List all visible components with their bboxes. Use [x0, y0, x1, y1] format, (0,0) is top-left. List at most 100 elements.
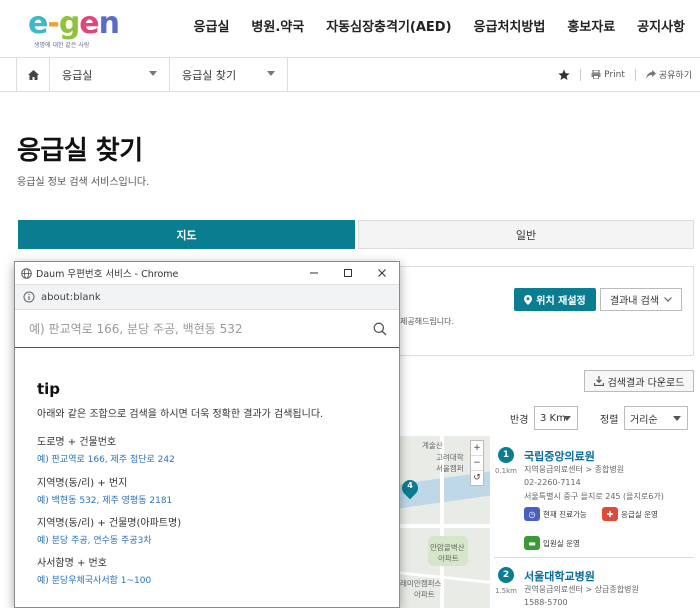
close-button[interactable]	[365, 262, 399, 284]
map-label: 아파트	[414, 590, 435, 599]
print-button[interactable]: Print	[591, 70, 625, 80]
site-logo[interactable]: e-gen 생명에 대한 같은 사랑	[28, 6, 128, 52]
logo-wordmark: e-gen	[28, 6, 120, 41]
popup-title: Daum 우편번호 서비스 - Chrome	[36, 269, 179, 280]
nav-item-er[interactable]: 응급실	[183, 16, 241, 35]
tip-example: 예) 분당 주공, 연수동 주공3차	[37, 536, 152, 546]
map-marker-number: 4	[407, 481, 413, 490]
download-icon	[593, 376, 604, 386]
home-button[interactable]	[16, 58, 50, 91]
result-type: 권역응급의료센터 > 상급종합병원	[524, 585, 639, 594]
status-badge: ✚ 응급실 운영	[602, 507, 658, 521]
maximize-button[interactable]	[331, 262, 365, 284]
share-button[interactable]: 공유하기	[645, 68, 692, 81]
minimize-button[interactable]	[297, 262, 331, 284]
page-title: 응급실 찾기	[17, 136, 143, 166]
close-icon	[378, 269, 386, 277]
result-item: 2 1.5km 서울대학교병원 권역응급의료센터 > 상급종합병원 1588-5…	[494, 567, 694, 608]
search-in-results-button[interactable]: 결과내 검색	[600, 288, 682, 311]
popup-titlebar[interactable]: Daum 우편번호 서비스 - Chrome	[15, 262, 399, 284]
tip-example: 예) 분당우체국사서함 1~100	[37, 576, 152, 586]
result-type: 지역응급의료센터 > 종합병원	[524, 465, 625, 474]
location-pin-icon	[524, 294, 533, 305]
address-search-bar	[15, 311, 399, 348]
tip-title: tip	[37, 380, 61, 398]
site-header: e-gen 생명에 대한 같은 사랑 응급실 병원.약국 자동심장충격기(AED…	[0, 0, 700, 56]
printer-icon	[591, 70, 601, 79]
result-distance: 1.5km	[494, 587, 517, 595]
window-controls	[297, 262, 399, 284]
map-zoom-control: + − ↺	[470, 440, 484, 486]
result-name[interactable]: 국립중앙의료원	[524, 448, 595, 464]
tab-general[interactable]: 일반	[358, 220, 694, 249]
breadcrumb-tools: Print 공유하기	[558, 58, 692, 91]
clock-icon: ◷	[524, 507, 540, 521]
tip-description: 아래와 같은 조합으로 검색을 하시면 더욱 정확한 결과가 검색됩니다.	[37, 409, 324, 420]
nav-item-hospital-pharmacy[interactable]: 병원.약국	[240, 16, 315, 35]
share-icon	[645, 70, 656, 79]
tip-heading: 지역명(동/리) + 번지	[37, 478, 128, 489]
tab-map[interactable]: 지도	[18, 220, 355, 249]
popup-address-bar[interactable]: about:blank	[15, 284, 399, 310]
address-search-input[interactable]	[29, 322, 369, 336]
postcode-popup-window: Daum 우편번호 서비스 - Chrome about:blank tip 아…	[14, 261, 400, 608]
page-description: 응급실 정보 검색 서비스입니다.	[17, 177, 150, 188]
main-nav: 응급실 병원.약국 자동심장충격기(AED) 응급처치방법 홍보자료 공지사항	[183, 16, 696, 35]
star-icon	[558, 69, 570, 80]
radius-value: 3 Km	[540, 412, 566, 424]
result-divider	[494, 557, 694, 558]
breadcrumb-select-level2[interactable]: 응급실 찾기	[170, 58, 288, 91]
logo-tagline: 생명에 대한 같은 사랑	[34, 42, 90, 49]
zoom-in-button[interactable]: +	[471, 441, 483, 456]
favorite-button[interactable]	[558, 69, 570, 81]
status-badge: ◷ 현재 진료가능	[524, 507, 587, 521]
download-results-label: 검색결과 다운로드	[607, 377, 685, 389]
tip-example: 예) 판교역로 166, 제주 첨단로 242	[37, 455, 175, 465]
search-in-results-label: 결과내 검색	[609, 296, 660, 307]
result-name[interactable]: 서울대학교병원	[524, 568, 595, 584]
tip-heading: 지역명(동/리) + 건물명(아파트명)	[37, 518, 182, 529]
globe-icon	[21, 267, 32, 279]
info-icon	[23, 291, 35, 303]
sort-value: 거리순	[630, 414, 658, 426]
nav-item-notice[interactable]: 공지사항	[626, 16, 696, 35]
result-item: 1 0.1km 국립중앙의료원 지역응급의료센터 > 종합병원 02-2260-…	[494, 447, 694, 557]
nav-item-first-aid[interactable]: 응급처치방법	[463, 16, 557, 35]
map-label: 래미안캠퍼스	[400, 579, 442, 588]
breadcrumb-select-level1[interactable]: 응급실	[50, 58, 170, 91]
tip-example: 예) 백현동 532, 제주 영평동 2181	[37, 496, 173, 506]
map-label: 계술산	[422, 441, 443, 450]
result-distance: 0.1km	[494, 467, 517, 475]
map-reset-button[interactable]: ↺	[471, 471, 483, 485]
share-label: 공유하기	[658, 71, 692, 81]
download-results-button[interactable]: 검색결과 다운로드	[584, 370, 694, 392]
result-number: 1	[498, 447, 514, 463]
tip-heading: 사서함명 + 번호	[37, 558, 107, 569]
result-number: 2	[498, 567, 514, 583]
badge-label: 입원실 운영	[543, 538, 580, 548]
map-label: 안암골벽산	[430, 543, 465, 552]
badge-label: 현재 진료가능	[543, 509, 587, 519]
radius-select[interactable]: 3 Km	[534, 406, 578, 430]
search-info-text: 제공해드립니다.	[400, 317, 455, 326]
chevron-down-icon	[149, 71, 157, 76]
print-label: Print	[604, 69, 625, 80]
siren-icon: ✚	[602, 507, 618, 521]
search-icon[interactable]	[373, 322, 387, 336]
sort-select[interactable]: 거리순	[624, 406, 688, 430]
result-address: 서울특별시 중구 을지로 245 (을지로6가)	[524, 492, 664, 501]
nav-item-aed[interactable]: 자동심장충격기(AED)	[315, 16, 462, 35]
zoom-out-button[interactable]: −	[471, 456, 483, 471]
popup-url: about:blank	[41, 291, 101, 303]
map-marker[interactable]: 4	[398, 476, 422, 500]
nav-item-promotion[interactable]: 홍보자료	[556, 16, 626, 35]
chevron-down-icon	[267, 71, 275, 76]
result-phone: 02-2260-7114	[524, 478, 581, 487]
chevron-down-icon	[664, 297, 673, 302]
breadcrumb: 응급실 응급실 찾기 Print 공유하기	[0, 57, 700, 92]
reset-location-button[interactable]: 위치 재설정	[514, 288, 596, 311]
map-label: 서울캠퍼	[436, 464, 464, 473]
home-icon	[27, 69, 39, 80]
breadcrumb-level2-label: 응급실 찾기	[182, 68, 237, 82]
result-phone: 1588-5700	[524, 598, 568, 607]
